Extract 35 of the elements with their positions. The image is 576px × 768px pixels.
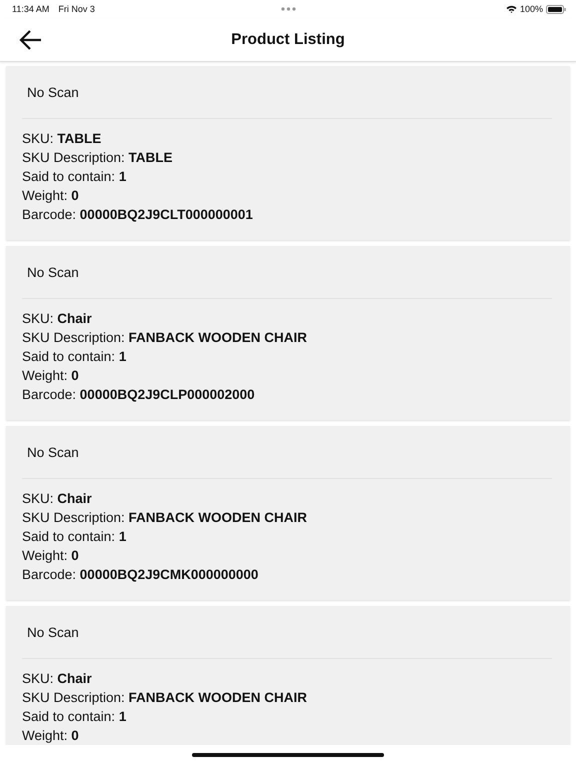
scan-status: No Scan	[27, 264, 79, 280]
product-detail: Said to contain: 1	[22, 168, 128, 186]
more-icon	[281, 7, 296, 11]
battery-icon	[546, 4, 566, 14]
scan-status: No Scan	[27, 84, 79, 100]
product-detail: Said to contain: 1	[22, 348, 128, 366]
product-card[interactable]: No Scan SKU: Chair SKU Description: FANBACK WOODEN CHAIR Said to contain: 1 Weight: 0 Barcode: 00000BQ2J9CLP000002000	[6, 246, 570, 420]
product-detail: SKU Description: FANBACK WOODEN CHAIR	[22, 689, 308, 707]
product-detail: Weight: 0	[22, 727, 80, 745]
product-card[interactable]: No Scan SKU: Chair SKU Description: FANBACK WOODEN CHAIR Said to contain: 1 Weight: 0	[6, 606, 570, 745]
status-date: Fri Nov 3	[58, 4, 95, 14]
battery-percentage: 100%	[520, 4, 543, 14]
scan-status: No Scan	[27, 444, 79, 460]
product-detail: Said to contain: 1	[22, 528, 128, 546]
product-detail: Barcode: 00000BQ2J9CLT000000001	[22, 206, 254, 224]
product-detail: Weight: 0	[22, 547, 80, 565]
product-card[interactable]: No Scan SKU: Chair SKU Description: FANBACK WOODEN CHAIR Said to contain: 1 Weight: 0 Barcode: 00000BQ2J9CMK000000000	[6, 426, 570, 600]
page-title: Product Listing	[231, 30, 345, 48]
product-detail: Barcode: 00000BQ2J9CLP000002000	[22, 386, 256, 404]
product-detail: SKU: TABLE	[22, 130, 102, 148]
product-detail: Said to contain: 1	[22, 708, 128, 726]
product-detail: SKU: Chair	[22, 490, 93, 508]
product-detail: SKU: Chair	[22, 310, 93, 328]
product-detail: Barcode: 00000BQ2J9CMK000000000	[22, 566, 260, 584]
back-arrow-icon	[19, 29, 43, 51]
product-detail: Weight: 0	[22, 187, 80, 205]
scan-status: No Scan	[27, 624, 79, 640]
status-time: 11:34 AM	[12, 4, 50, 14]
product-detail: SKU Description: FANBACK WOODEN CHAIR	[22, 329, 308, 347]
product-detail: SKU Description: FANBACK WOODEN CHAIR	[22, 509, 308, 527]
product-detail: SKU Description: TABLE	[22, 149, 174, 167]
product-detail: Weight: 0	[22, 367, 80, 385]
product-detail: SKU: Chair	[22, 670, 93, 688]
wifi-icon	[506, 5, 517, 13]
product-card[interactable]: No Scan SKU: TABLE SKU Description: TABLE Said to contain: 1 Weight: 0 Barcode: 00000BQ2J9CLT000000001	[6, 66, 570, 240]
